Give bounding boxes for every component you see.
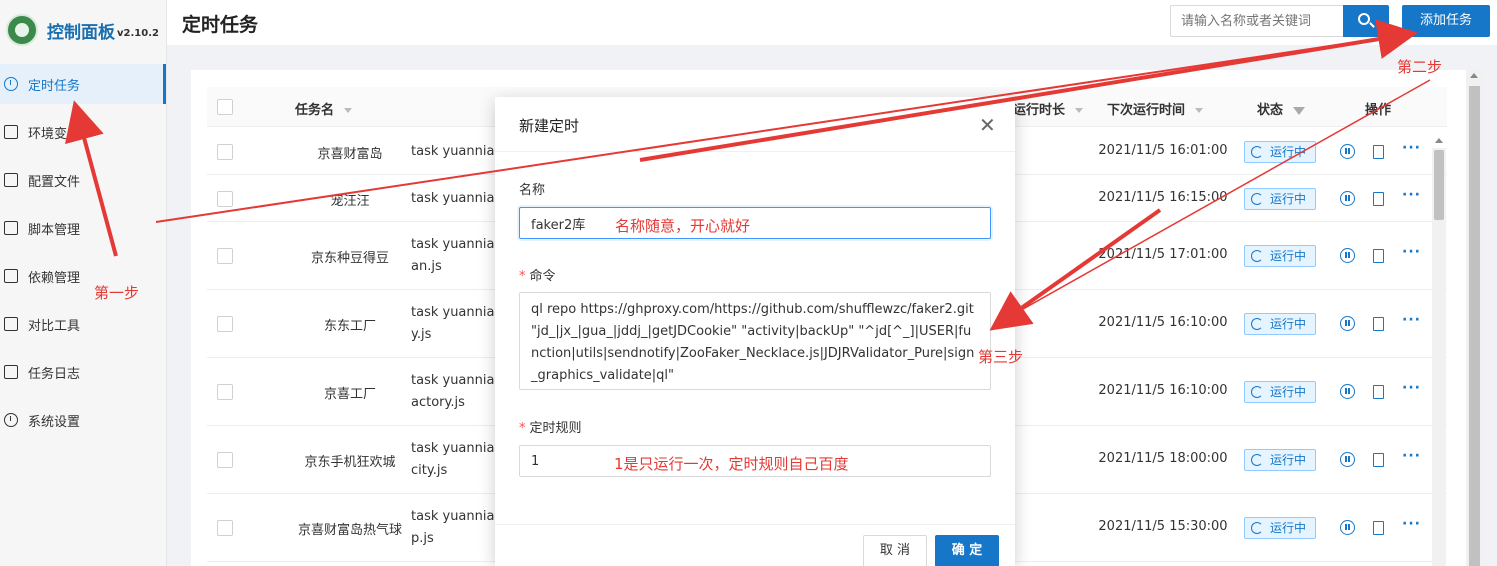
annotation-step1: 第一步 bbox=[94, 284, 140, 302]
annotation-cron-hint: 1是只运行一次，定时规则自己百度 bbox=[614, 455, 849, 473]
annotation-arrows bbox=[65, 19, 1431, 331]
annotation-step3: 第三步 bbox=[978, 348, 1024, 366]
step3-arrow bbox=[989, 208, 1162, 331]
annotation-step2: 第二步 bbox=[1397, 58, 1443, 76]
step2-arrow-thin bbox=[155, 33, 1411, 223]
step1-arrow bbox=[65, 100, 118, 257]
annotation-name-hint: 名称随意，开心就好 bbox=[615, 217, 751, 235]
step2-arrow bbox=[639, 19, 1418, 162]
step3-arrow-thin bbox=[999, 79, 1431, 323]
